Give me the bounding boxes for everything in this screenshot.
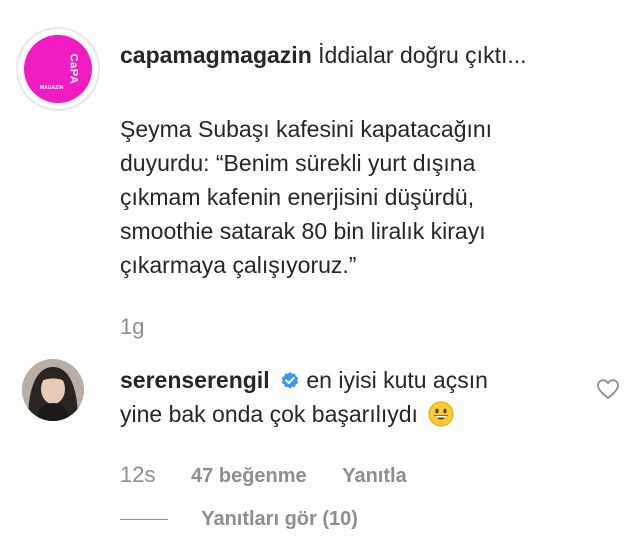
grinning-face-emoji-icon xyxy=(428,401,454,427)
comment-text: serenserengil en iyisi kutu açsın yine b… xyxy=(120,363,580,431)
caption-line: smoothie satarak 80 bin liralık kirayı xyxy=(120,218,486,244)
caption-line: çıkarmaya çalışıyoruz.” xyxy=(120,252,357,278)
post-caption-header: capamagmagazin İddialar doğru çıktı... xyxy=(120,38,620,72)
replies-divider-line xyxy=(120,519,168,521)
caption-line: duyurdu: “Benim sürekli yurt dışına xyxy=(120,150,476,176)
post-avatar[interactable]: CaPA MAGAZİN xyxy=(16,27,100,111)
caption-line: çıkmam kafenin enerjisini düşürdü, xyxy=(120,184,475,210)
avatar-logo-background: CaPA MAGAZİN xyxy=(24,35,92,103)
heart-outline-icon[interactable] xyxy=(596,378,620,400)
post-username[interactable]: capamagmagazin xyxy=(120,42,312,68)
comment-age: 12s xyxy=(120,462,156,487)
avatar-logo-tag: MAGAZİN xyxy=(40,85,64,91)
view-replies-label: Yanıtları gör (10) xyxy=(201,508,358,530)
post-caption-body: Şeyma Subaşı kafesini kapatacağını duyur… xyxy=(120,112,600,282)
verified-badge-icon xyxy=(281,372,299,389)
caption-line: Şeyma Subaşı kafesini kapatacağını xyxy=(120,116,493,142)
comment-reply-button[interactable]: Yanıtla xyxy=(342,465,406,488)
avatar-photo xyxy=(22,359,84,421)
comment-likes-button[interactable]: 47 beğenme xyxy=(191,465,307,488)
post-age: 1g xyxy=(120,314,145,339)
comment-meta-row: 12s 47 beğenme Yanıtla xyxy=(120,462,437,488)
comment-text-line-2: yine bak onda çok başarılıydı xyxy=(120,401,418,427)
avatar-logo-text: CaPA xyxy=(67,53,80,85)
comment-text-line-1: en iyisi kutu açsın xyxy=(306,367,488,393)
post-headline: İddialar doğru çıktı... xyxy=(318,42,527,68)
view-replies-button[interactable]: Yanıtları gör (10) xyxy=(120,508,358,531)
comment-username[interactable]: serenserengil xyxy=(120,367,270,393)
comment-avatar[interactable] xyxy=(22,359,84,421)
